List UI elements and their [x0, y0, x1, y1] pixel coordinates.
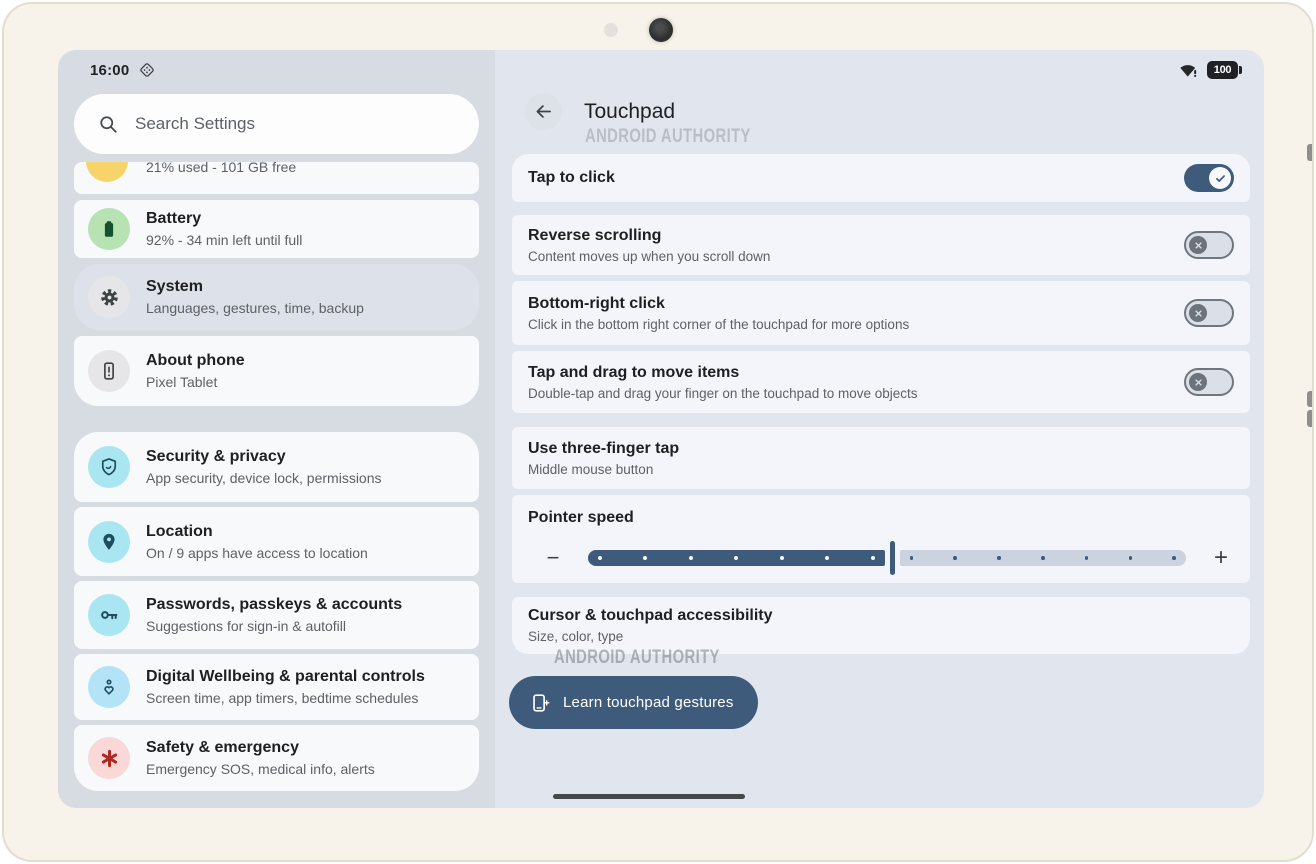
sidebar-item-subtitle: App security, device lock, permissions [146, 470, 382, 486]
row-pointer-speed: Pointer speed − + [512, 495, 1250, 583]
row-three-finger-tap[interactable]: Use three-finger tap Middle mouse button [512, 427, 1250, 489]
row-subtitle: Content moves up when you scroll down [528, 249, 1174, 264]
slider-handle[interactable] [890, 541, 895, 575]
sidebar-item-system[interactable]: System Languages, gestures, time, backup [74, 264, 479, 330]
gear-icon [88, 276, 130, 318]
battery-percent: 100 [1214, 64, 1231, 76]
sidebar-item-title: System [146, 278, 364, 296]
touchpad-settings-panel: 100 Touchpad ANDROID AUTHORITY Tap to cl… [495, 50, 1264, 808]
wifi-icon [1179, 62, 1199, 78]
status-clock: 16:00 [90, 62, 129, 79]
sidebar-item-digital-wellbeing[interactable]: Digital Wellbeing & parental controls Sc… [74, 654, 479, 720]
row-title: Cursor & touchpad accessibility [528, 607, 1174, 625]
sidebar-item-battery[interactable]: Battery 92% - 34 min left until full [74, 200, 479, 258]
sidebar-item-location[interactable]: Location On / 9 apps have access to loca… [74, 507, 479, 576]
tablet-device: 16:00 [2, 2, 1314, 862]
tablet-sparkle-icon [529, 692, 551, 714]
bottom-right-click-toggle[interactable] [1184, 299, 1234, 327]
sidebar-item-security-privacy[interactable]: Security & privacy App security, device … [74, 432, 479, 502]
phone-icon [88, 350, 130, 392]
sidebar-item-subtitle: 21% used - 101 GB free [146, 162, 296, 175]
notification-diamond-icon [138, 61, 156, 79]
sidebar-item-subtitle: Languages, gestures, time, backup [146, 300, 364, 316]
sidebar-item-passwords[interactable]: Passwords, passkeys & accounts Suggestio… [74, 581, 479, 649]
key-icon [88, 594, 130, 636]
row-title: Bottom-right click [528, 295, 1174, 313]
group-divider [74, 412, 479, 432]
gesture-navigation-handle[interactable] [553, 794, 745, 799]
volume-up-button [1307, 391, 1312, 407]
battery-icon [88, 208, 130, 250]
row-tap-to-click[interactable]: Tap to click [512, 154, 1250, 202]
toggle-x-icon [1189, 236, 1207, 254]
slider-remaining-track [900, 550, 1186, 566]
row-title: Pointer speed [528, 509, 1234, 527]
tap-and-drag-toggle[interactable] [1184, 368, 1234, 396]
status-bar-right: 100 [1179, 61, 1238, 79]
row-title: Use three-finger tap [528, 440, 1174, 458]
sidebar-item-about-phone[interactable]: About phone Pixel Tablet [74, 336, 479, 406]
row-title: Tap and drag to move items [528, 364, 1174, 382]
minus-button[interactable]: − [540, 547, 566, 569]
safety-asterisk-icon [88, 737, 130, 779]
sidebar-item-title: Location [146, 523, 368, 541]
volume-down-button [1307, 410, 1312, 427]
reverse-scrolling-toggle[interactable] [1184, 231, 1234, 259]
search-input[interactable] [133, 113, 467, 135]
pointer-speed-slider: − + [528, 541, 1234, 575]
arrow-left-icon [533, 101, 554, 122]
row-subtitle: Double-tap and drag your finger on the t… [528, 386, 1174, 401]
back-button[interactable] [525, 93, 562, 130]
sidebar-item-subtitle: Pixel Tablet [146, 374, 245, 390]
wellbeing-icon [88, 666, 130, 708]
sidebar-list: 21% used - 101 GB free Battery 92% - 34 … [58, 162, 495, 808]
tap-to-click-toggle[interactable] [1184, 164, 1234, 192]
sidebar-item-title: Digital Wellbeing & parental controls [146, 668, 425, 686]
search-bar[interactable] [74, 94, 479, 154]
page-header: Touchpad [525, 93, 675, 130]
page-title: Touchpad [584, 100, 675, 124]
location-pin-icon [88, 521, 130, 563]
settings-sidebar: 16:00 [58, 50, 495, 808]
sidebar-item-title: Safety & emergency [146, 739, 375, 757]
sidebar-item-title: About phone [146, 352, 245, 370]
search-icon [98, 114, 119, 135]
sidebar-item-subtitle: Screen time, app timers, bedtime schedul… [146, 690, 425, 706]
sidebar-item-subtitle: 92% - 34 min left until full [146, 232, 302, 248]
row-cursor-accessibility[interactable]: Cursor & touchpad accessibility Size, co… [512, 597, 1250, 654]
plus-button[interactable]: + [1208, 546, 1234, 570]
status-bar-left: 16:00 [90, 61, 156, 79]
sidebar-item-storage[interactable]: 21% used - 101 GB free [74, 162, 479, 194]
row-subtitle: Click in the bottom right corner of the … [528, 317, 1174, 332]
learn-gestures-label: Learn touchpad gestures [563, 694, 734, 711]
sidebar-item-title: Security & privacy [146, 448, 382, 466]
sidebar-item-subtitle: On / 9 apps have access to location [146, 545, 368, 561]
storage-icon [86, 162, 128, 182]
row-title: Reverse scrolling [528, 227, 1174, 245]
toggle-x-icon [1189, 373, 1207, 391]
row-subtitle: Size, color, type [528, 629, 1174, 644]
slider-filled-track [588, 550, 885, 566]
sidebar-item-title: Battery [146, 210, 302, 228]
front-camera [649, 18, 673, 42]
sidebar-item-subtitle: Suggestions for sign-in & autofill [146, 618, 402, 634]
toggle-x-icon [1189, 304, 1207, 322]
sidebar-item-safety-emergency[interactable]: Safety & emergency Emergency SOS, medica… [74, 725, 479, 791]
learn-gestures-button[interactable]: Learn touchpad gestures [509, 676, 758, 729]
power-button [1307, 144, 1312, 161]
settings-app-screen: 16:00 [58, 50, 1264, 808]
row-title: Tap to click [528, 169, 1174, 187]
slider-track[interactable] [588, 541, 1186, 575]
row-reverse-scrolling[interactable]: Reverse scrolling Content moves up when … [512, 215, 1250, 275]
sidebar-item-subtitle: Emergency SOS, medical info, alerts [146, 761, 375, 777]
row-tap-and-drag[interactable]: Tap and drag to move items Double-tap an… [512, 351, 1250, 413]
settings-rows: Tap to click Reverse scrolling Content m… [512, 154, 1250, 654]
toggle-check-icon [1209, 167, 1231, 189]
battery-status-icon: 100 [1207, 61, 1238, 79]
light-sensor [604, 23, 618, 37]
row-subtitle: Middle mouse button [528, 462, 1174, 477]
row-bottom-right-click[interactable]: Bottom-right click Click in the bottom r… [512, 281, 1250, 345]
shield-icon [88, 446, 130, 488]
sidebar-item-title: Passwords, passkeys & accounts [146, 596, 402, 614]
